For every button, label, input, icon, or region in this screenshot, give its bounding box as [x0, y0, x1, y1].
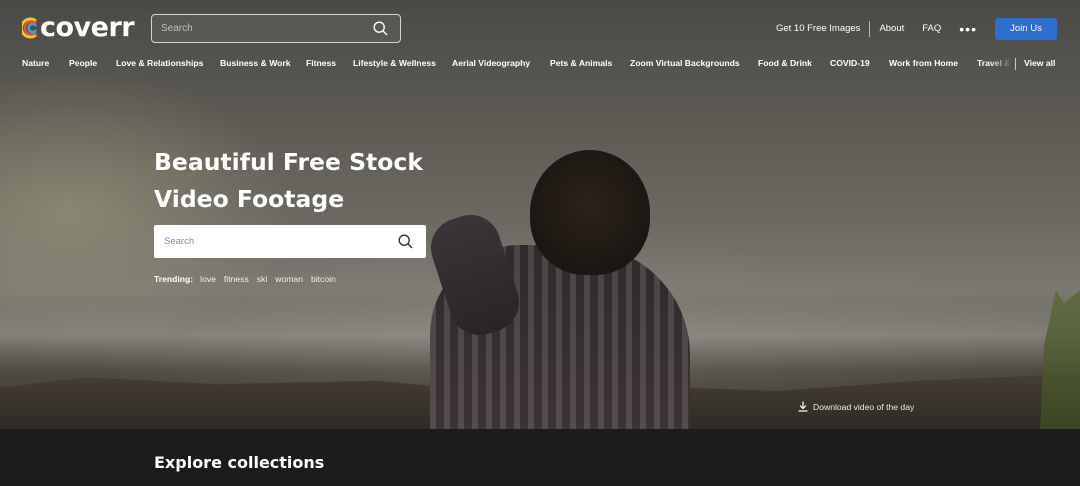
- category-zoom-backgrounds[interactable]: Zoom Virtual Backgrounds: [630, 58, 740, 68]
- trending-tag-love[interactable]: love: [200, 274, 216, 284]
- join-us-button[interactable]: Join Us: [995, 17, 1057, 40]
- trending-label: Trending:: [154, 274, 194, 284]
- hero-title: Beautiful Free Stock Video Footage: [154, 144, 454, 218]
- hero-title-line-1: Beautiful Free Stock: [154, 148, 423, 176]
- header-search-input[interactable]: [152, 15, 352, 42]
- link-faq[interactable]: FAQ: [922, 23, 941, 34]
- category-fitness[interactable]: Fitness: [306, 58, 336, 68]
- search-icon[interactable]: [373, 21, 388, 41]
- header-search-box[interactable]: [151, 14, 401, 43]
- category-business-work[interactable]: Business & Work: [220, 58, 291, 68]
- download-label: Download video of the day: [813, 401, 915, 412]
- view-all-link[interactable]: View all: [1024, 58, 1055, 68]
- trending-tag-ski[interactable]: ski: [257, 274, 268, 284]
- top-navigation: coverr Get 10 Free Images About FAQ ••• …: [0, 0, 1080, 70]
- category-divider: [1015, 58, 1016, 70]
- explore-section: Explore collections: [0, 429, 1080, 486]
- logo-wordmark: coverr: [40, 12, 135, 43]
- header-divider: [869, 20, 871, 37]
- coverr-logo[interactable]: coverr: [22, 12, 135, 43]
- trending-tag-woman[interactable]: woman: [275, 274, 303, 284]
- person-hair: [530, 150, 650, 275]
- header-links: Get 10 Free Images About FAQ ••• Join Us: [776, 17, 1080, 40]
- category-pets-animals[interactable]: Pets & Animals: [550, 58, 612, 68]
- category-people[interactable]: People: [69, 58, 97, 68]
- hero-search-box[interactable]: [154, 225, 426, 258]
- category-covid-19[interactable]: COVID-19: [830, 58, 870, 68]
- search-icon[interactable]: [398, 234, 413, 254]
- category-nature[interactable]: Nature: [22, 58, 49, 68]
- category-overflow-fade: [990, 58, 1012, 70]
- hero-search-input[interactable]: [154, 225, 374, 258]
- trending-tag-bitcoin[interactable]: bitcoin: [311, 274, 336, 284]
- category-love-relationships[interactable]: Love & Relationships: [116, 58, 203, 68]
- download-video-of-day-link[interactable]: Download video of the day: [798, 401, 914, 412]
- explore-collections-heading: Explore collections: [154, 453, 325, 472]
- link-get-free-images[interactable]: Get 10 Free Images: [776, 23, 860, 34]
- category-aerial-videography[interactable]: Aerial Videography: [452, 58, 530, 68]
- download-icon: [798, 401, 808, 412]
- logo-mark-icon: [22, 17, 38, 38]
- category-work-from-home[interactable]: Work from Home: [889, 58, 958, 68]
- more-menu-icon[interactable]: •••: [959, 22, 977, 36]
- link-about[interactable]: About: [879, 23, 904, 34]
- trending-tag-fitness[interactable]: fitness: [224, 274, 249, 284]
- hero-title-line-2: Video Footage: [154, 185, 345, 213]
- category-lifestyle-wellness[interactable]: Lifestyle & Wellness: [353, 58, 436, 68]
- category-food-drink[interactable]: Food & Drink: [758, 58, 812, 68]
- category-nav: Nature People Love & Relationships Busin…: [22, 58, 1062, 70]
- trending-tags: Trending: love fitness ski woman bitcoin: [154, 274, 344, 284]
- person-silhouette: [420, 150, 700, 429]
